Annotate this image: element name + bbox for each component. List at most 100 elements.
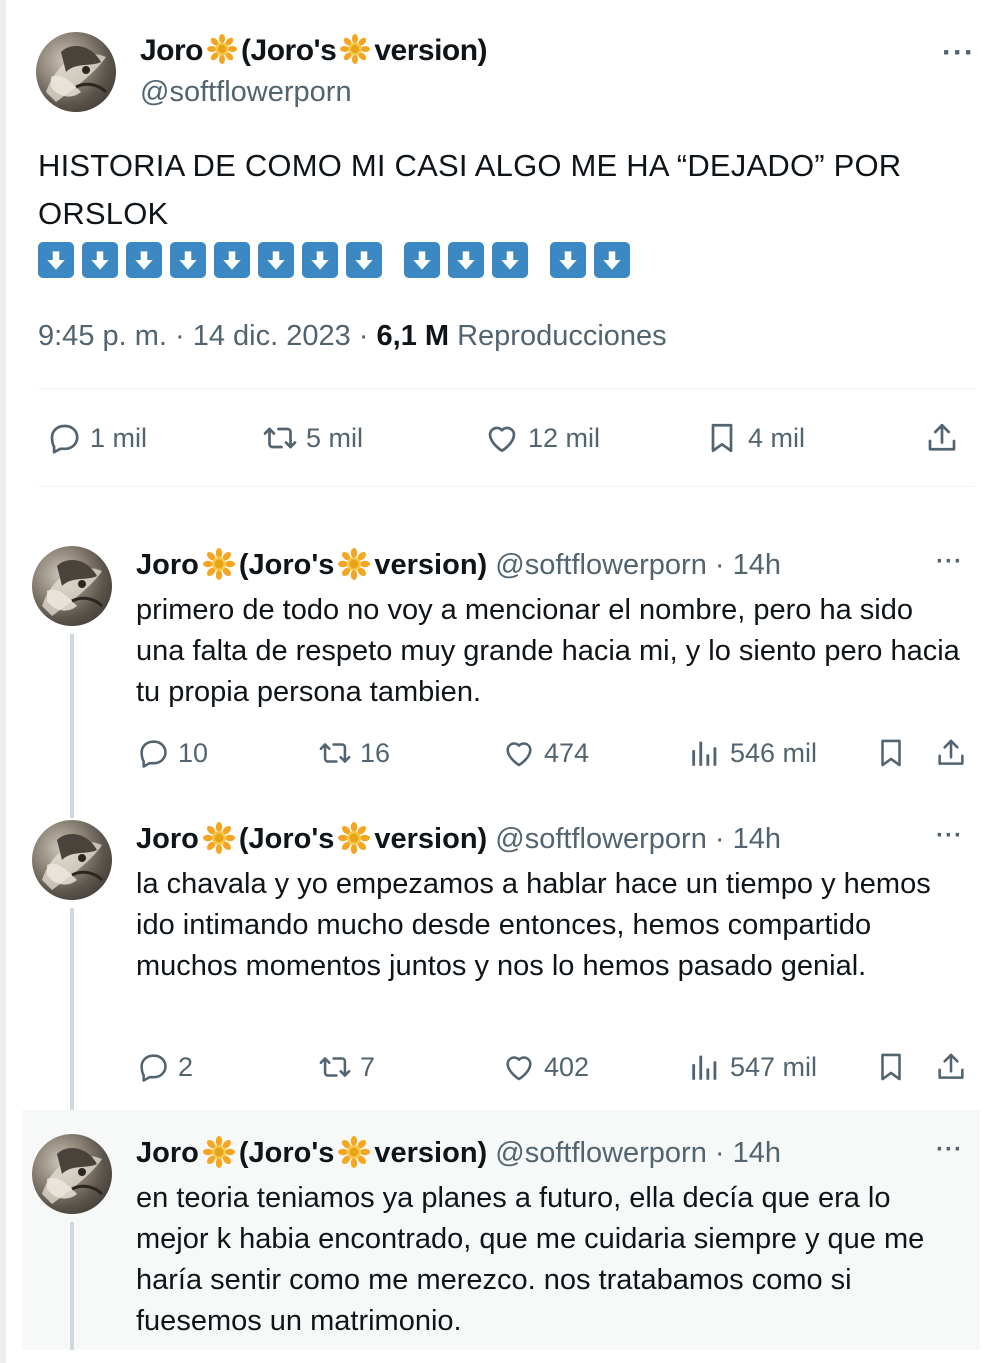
sunflower-icon bbox=[340, 34, 370, 64]
down-arrow-emoji bbox=[82, 242, 118, 278]
reply-button[interactable]: 1 mil bbox=[46, 420, 147, 456]
down-arrow-emoji bbox=[448, 242, 484, 278]
thread-line bbox=[70, 908, 74, 1110]
views-button[interactable]: 546 mil bbox=[688, 736, 817, 770]
reply-icon bbox=[46, 420, 82, 456]
name-part[interactable]: Joro bbox=[136, 1137, 199, 1169]
reply-tweet[interactable]: Joro (Joro's version) @softflowerporn · 14… bbox=[22, 804, 980, 1110]
down-arrow-emoji bbox=[346, 242, 382, 278]
sunflower-icon bbox=[338, 822, 370, 854]
name-part[interactable]: (Joro's bbox=[239, 549, 335, 581]
arrow-emoji-row bbox=[38, 242, 630, 282]
heart-icon bbox=[502, 1050, 536, 1084]
retweet-count: 16 bbox=[360, 737, 391, 768]
reply-text: primero de todo no voy a mencionar el no… bbox=[136, 594, 960, 708]
bookmark-icon bbox=[874, 736, 908, 770]
handle-time[interactable]: @softflowerporn · 14h bbox=[495, 1137, 781, 1169]
tweet-time[interactable]: 9:45 p. m. · 14 dic. 2023 · bbox=[38, 320, 377, 352]
like-button[interactable]: 12 mil bbox=[484, 420, 600, 456]
avatar-image bbox=[32, 1134, 112, 1214]
avatar[interactable] bbox=[32, 820, 112, 900]
retweet-button[interactable]: 5 mil bbox=[262, 420, 363, 456]
share-button[interactable] bbox=[934, 736, 976, 770]
heart-icon bbox=[502, 736, 536, 770]
like-button[interactable]: 402 bbox=[502, 1050, 589, 1084]
reply-count: 10 bbox=[178, 737, 209, 768]
down-arrow-emoji bbox=[594, 242, 630, 278]
down-arrow-emoji bbox=[258, 242, 294, 278]
sunflower-icon bbox=[203, 1136, 235, 1168]
down-arrow-emoji bbox=[126, 242, 162, 278]
name-part[interactable]: (Joro's bbox=[239, 1137, 335, 1169]
reply-button[interactable]: 10 bbox=[136, 736, 208, 770]
down-arrow-emoji bbox=[550, 242, 586, 278]
avatar-image bbox=[32, 820, 112, 900]
retweet-icon bbox=[318, 1050, 352, 1084]
more-dots-icon[interactable]: ··· bbox=[936, 548, 963, 576]
name-part[interactable]: Joro bbox=[136, 549, 199, 581]
tweet-meta: 9:45 p. m. · 14 dic. 2023 · 6,1 M Reprod… bbox=[38, 320, 667, 353]
name-part[interactable]: (Joro's bbox=[239, 823, 335, 855]
thread-line bbox=[70, 1222, 74, 1350]
name-part: Joro bbox=[140, 34, 204, 67]
share-icon bbox=[924, 420, 960, 456]
bookmark-button[interactable] bbox=[874, 736, 916, 770]
bookmark-button[interactable] bbox=[874, 1050, 916, 1084]
action-bar: 1 mil 5 mil 12 mil 4 mil bbox=[38, 412, 974, 466]
like-count: 402 bbox=[544, 1051, 590, 1082]
reply-text: la chavala y yo empezamos a hablar hace … bbox=[136, 868, 931, 982]
more-dots-icon[interactable]: ··· bbox=[936, 822, 963, 850]
display-name[interactable]: Joro (Joro's version) bbox=[140, 34, 488, 68]
views-button[interactable]: 547 mil bbox=[688, 1050, 817, 1084]
retweet-icon bbox=[262, 420, 298, 456]
name-part[interactable]: version) bbox=[374, 549, 487, 581]
down-arrow-emoji bbox=[302, 242, 338, 278]
share-button[interactable] bbox=[924, 420, 968, 456]
avatar[interactable] bbox=[36, 32, 116, 112]
more-dots-icon[interactable]: ··· bbox=[936, 1136, 963, 1164]
sunflower-icon bbox=[203, 822, 235, 854]
reply-header: Joro (Joro's version) @softflowerporn · 14… bbox=[136, 822, 781, 856]
retweet-button[interactable]: 16 bbox=[318, 736, 390, 770]
like-count: 474 bbox=[544, 737, 590, 768]
share-icon bbox=[934, 736, 968, 770]
retweet-button[interactable]: 7 bbox=[318, 1050, 375, 1084]
name-part[interactable]: Joro bbox=[136, 823, 199, 855]
bookmark-count: 4 mil bbox=[748, 422, 806, 453]
left-border bbox=[0, 0, 6, 1363]
user-handle[interactable]: @softflowerporn bbox=[140, 76, 352, 109]
tweet-thread-view: Joro (Joro's version) @softflowerporn ··· … bbox=[0, 0, 1000, 1363]
sunflower-icon bbox=[203, 548, 235, 580]
views-count: 547 mil bbox=[730, 1051, 818, 1082]
name-part[interactable]: version) bbox=[374, 1137, 487, 1169]
like-button[interactable]: 474 bbox=[502, 736, 589, 770]
sunflower-icon bbox=[338, 548, 370, 580]
handle-time[interactable]: @softflowerporn · 14h bbox=[495, 823, 781, 855]
avatar-image bbox=[32, 546, 112, 626]
bookmark-button[interactable]: 4 mil bbox=[704, 420, 805, 456]
name-part: (Joro's bbox=[241, 34, 337, 67]
avatar[interactable] bbox=[32, 546, 112, 626]
more-dots-icon[interactable]: ··· bbox=[942, 36, 975, 70]
views-icon bbox=[688, 736, 722, 770]
avatar-image bbox=[36, 32, 116, 112]
reply-tweet[interactable]: Joro (Joro's version) @softflowerporn · 14… bbox=[22, 1110, 980, 1350]
down-arrow-emoji bbox=[170, 242, 206, 278]
avatar[interactable] bbox=[32, 1134, 112, 1214]
reply-button[interactable]: 2 bbox=[136, 1050, 193, 1084]
handle-time[interactable]: @softflowerporn · 14h bbox=[495, 549, 781, 581]
views-count: 546 mil bbox=[730, 737, 818, 768]
reply-icon bbox=[136, 1050, 170, 1084]
down-arrow-emoji bbox=[492, 242, 528, 278]
share-button[interactable] bbox=[934, 1050, 976, 1084]
reply-icon bbox=[136, 736, 170, 770]
share-icon bbox=[934, 1050, 968, 1084]
name-part: version) bbox=[374, 34, 488, 67]
bookmark-icon bbox=[704, 420, 740, 456]
reply-tweet[interactable]: Joro (Joro's version) @softflowerporn · 14… bbox=[22, 530, 980, 810]
reply-text: en teoria teniamos ya planes a futuro, e… bbox=[136, 1182, 925, 1337]
down-arrow-emoji bbox=[404, 242, 440, 278]
name-part[interactable]: version) bbox=[374, 823, 487, 855]
